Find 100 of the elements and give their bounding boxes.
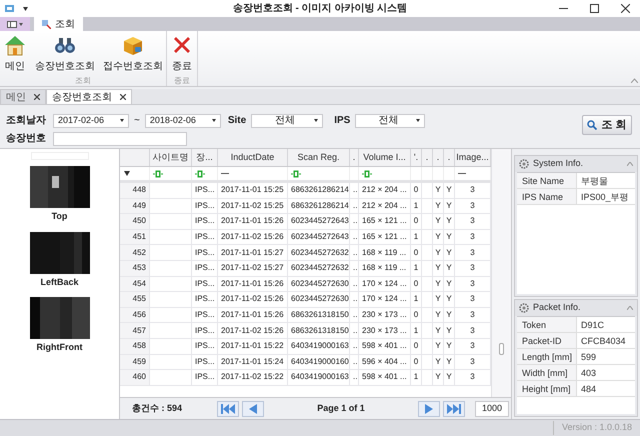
image-label: RightFront	[36, 341, 82, 354]
table-cell: 0	[414, 246, 418, 259]
table-cell: 1	[414, 262, 418, 274]
table-cell: 6023445272632	[291, 262, 349, 274]
column-header[interactable]: Scan Reg.	[288, 149, 350, 166]
column-header[interactable]: InductDate	[218, 149, 288, 166]
ribbon-tab[interactable]: 조회	[34, 17, 83, 31]
ips-dropdown[interactable]: 전체	[355, 114, 426, 128]
filter-icon[interactable]	[153, 170, 163, 178]
table-cell: 168 × 119 ...	[362, 262, 406, 274]
column-header[interactable]: .	[350, 149, 359, 166]
filter-icon[interactable]	[362, 170, 372, 178]
site-dropdown[interactable]: 전체	[251, 114, 324, 128]
image-label: LeftBack	[40, 276, 78, 288]
table-cell: Y	[435, 231, 441, 244]
table-cell: 165 × 121 ...	[362, 215, 407, 228]
table-cell: Y	[446, 324, 452, 337]
collapse-icon[interactable]	[627, 306, 633, 310]
table-cell: 6403419000163	[291, 371, 349, 384]
collapse-icon[interactable]	[627, 162, 633, 166]
table-cell: IPS...	[195, 246, 215, 259]
table-cell: 598 × 401 ...	[362, 340, 407, 352]
table-cell: 6863261318150	[291, 309, 349, 322]
date-to-field[interactable]: 2018-02-06	[144, 114, 221, 128]
app-icon[interactable]	[4, 3, 15, 14]
collapse-ribbon-icon[interactable]	[631, 78, 638, 83]
column-header[interactable]: .	[422, 149, 433, 166]
column-header[interactable]: 사이트명	[150, 149, 192, 166]
filter-icon[interactable]	[291, 170, 301, 178]
property-name: Length [mm]	[517, 349, 577, 364]
next-page-button[interactable]	[418, 400, 440, 416]
ribbon-button[interactable]: 메인	[2, 33, 28, 75]
last-page-button[interactable]	[443, 400, 465, 416]
table-cell: 3	[470, 340, 475, 352]
property-value: CFCB4034	[580, 335, 626, 348]
table-cell: IPS...	[195, 278, 215, 290]
version-label: Version : 1.0.0.18	[552, 421, 632, 435]
table-cell: 2017-11-01 15:25	[221, 184, 284, 196]
table-cell: Y	[435, 293, 441, 306]
table-cell: 452	[132, 246, 146, 259]
table-cell: 2017-11-02 15:26	[221, 293, 284, 306]
table-cell: 230 × 173 ...	[362, 309, 407, 322]
table-cell: 6863261286214	[291, 184, 349, 196]
page-size-field[interactable]: 1000	[475, 400, 509, 416]
date-from-field[interactable]: 2017-02-06	[53, 114, 129, 128]
maximize-icon[interactable]	[590, 4, 599, 13]
table-cell: ..	[353, 371, 358, 384]
column-header[interactable]: Volume I...	[359, 149, 411, 166]
column-header[interactable]: .	[444, 149, 455, 166]
table-cell: 6023445272630	[291, 293, 349, 306]
table-cell: 3	[470, 246, 475, 259]
ribbon-button[interactable]: 접수번호조회	[102, 33, 164, 75]
table-cell: 3	[470, 356, 475, 368]
table-cell: 3	[470, 309, 475, 322]
table-cell: IPS...	[195, 231, 215, 244]
table-cell: 170 × 124 ...	[362, 293, 407, 306]
table-cell: 3	[470, 293, 475, 306]
table-cell: Y	[435, 324, 441, 337]
table-cell: IPS...	[195, 262, 215, 274]
ribbon-button[interactable]: 송장번호조회	[34, 33, 96, 75]
filter-dash-icon[interactable]	[221, 172, 229, 174]
first-page-button[interactable]	[217, 400, 239, 416]
table-cell: 0	[414, 356, 418, 368]
previous-page-button[interactable]	[242, 400, 264, 416]
search-button[interactable]: 조 회	[582, 115, 632, 135]
filter-icon[interactable]	[195, 170, 205, 178]
application-menu-button[interactable]	[0, 17, 30, 31]
close-icon[interactable]	[120, 94, 126, 100]
property-name: IPS Name	[517, 189, 577, 204]
table-cell: Y	[446, 200, 452, 212]
table-cell: 2017-11-01 15:26	[221, 215, 284, 228]
dropdown-arrow-icon[interactable]	[124, 171, 130, 176]
vertical-scrollbar[interactable]	[491, 149, 511, 397]
table-cell: 1	[414, 371, 418, 384]
table-cell: 0	[414, 278, 418, 290]
table-cell: 6023445272630	[291, 278, 349, 290]
invoice-field[interactable]	[53, 132, 187, 146]
last-page-icon	[447, 404, 461, 414]
table-cell: Y	[435, 184, 441, 196]
table-cell: 212 × 204 ...	[362, 184, 407, 196]
close-icon[interactable]	[34, 94, 40, 100]
table-cell: Y	[435, 246, 441, 259]
quick-access-arrow-icon[interactable]	[23, 6, 28, 10]
column-header[interactable]: .	[433, 149, 444, 166]
filter-dash-icon[interactable]	[458, 172, 466, 174]
column-header[interactable]: 장...	[192, 149, 218, 166]
document-tab[interactable]: 메인	[0, 89, 46, 104]
ribbon-button[interactable]: 종료	[169, 33, 195, 75]
document-tab[interactable]: 송장번호조회	[46, 89, 132, 104]
table-cell: ..	[353, 340, 358, 352]
invoice-label: 송장번호	[6, 132, 47, 146]
tab-label: 메인	[6, 90, 26, 104]
close-icon[interactable]	[621, 4, 630, 13]
date-label: 조회날자	[6, 114, 47, 128]
property-value: 484	[580, 383, 596, 396]
column-header[interactable]: '.	[411, 149, 422, 166]
table-cell: 596 × 404 ...	[362, 356, 407, 368]
table-cell: IPS...	[195, 215, 215, 228]
table-cell: Y	[446, 371, 452, 384]
table-cell: 2017-11-01 15:26	[221, 309, 284, 322]
